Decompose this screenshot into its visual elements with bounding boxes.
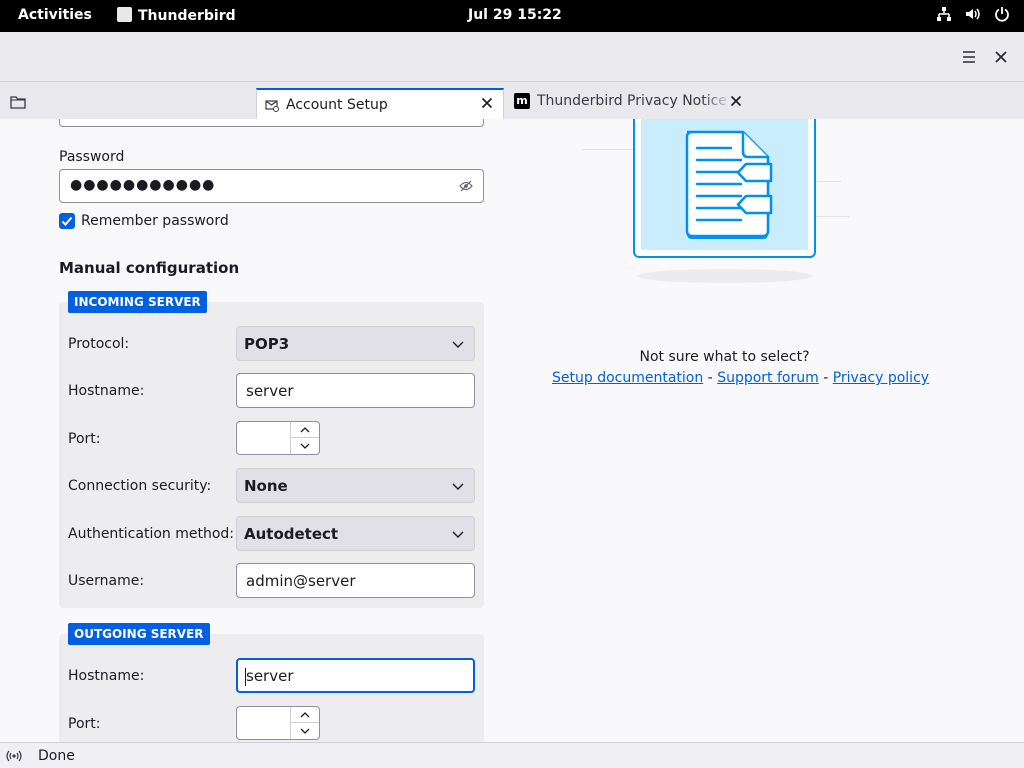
privacy-policy-link[interactable]: Privacy policy	[833, 370, 929, 386]
port-stepper[interactable]	[290, 707, 319, 739]
status-text: Done	[38, 748, 75, 764]
folder-icon[interactable]	[10, 95, 26, 109]
tab-strip: Account Setup m Thunderbird Privacy Noti…	[0, 82, 1024, 120]
auth-method-select[interactable]: Autodetect	[236, 516, 475, 551]
connection-security-label: Connection security:	[68, 478, 212, 494]
status-bar: Done	[0, 742, 1024, 768]
mozilla-m-icon: m	[514, 93, 530, 109]
incoming-port-label: Port:	[68, 431, 101, 447]
incoming-server-badge: INCOMING SERVER	[68, 291, 207, 313]
hamburger-menu-icon[interactable]	[960, 48, 978, 66]
chevron-down-icon	[452, 483, 464, 490]
toggle-password-visibility-icon[interactable]	[459, 180, 473, 192]
app-name: Thunderbird	[138, 8, 236, 24]
username-value: admin@server	[246, 572, 356, 590]
remember-password-checkbox[interactable]	[59, 213, 75, 229]
increment-arrow-icon[interactable]	[291, 422, 319, 438]
tab-account-setup[interactable]: Account Setup	[256, 88, 504, 120]
app-menu[interactable]: Thunderbird	[117, 7, 236, 24]
protocol-value: POP3	[244, 335, 290, 353]
connection-security-select[interactable]: None	[236, 468, 475, 503]
connection-security-value: None	[244, 477, 288, 495]
setup-documentation-link[interactable]: Setup documentation	[552, 370, 703, 386]
auth-method-value: Autodetect	[244, 525, 339, 543]
help-question: Not sure what to select?	[639, 349, 810, 365]
volume-icon	[966, 8, 980, 20]
document-icon	[685, 130, 773, 239]
incoming-hostname-value: server	[246, 382, 294, 400]
email-field[interactable]	[59, 119, 484, 127]
incoming-port-input[interactable]	[236, 421, 320, 455]
outgoing-hostname-input[interactable]: server	[236, 658, 475, 693]
power-icon	[995, 7, 1009, 22]
outgoing-hostname-label: Hostname:	[68, 668, 145, 684]
incoming-hostname-label: Hostname:	[68, 383, 145, 399]
account-setup-content: Password ●●●●●●●●●●● Remember password M…	[0, 119, 1024, 742]
remember-password-label[interactable]: Remember password	[81, 213, 229, 229]
tab-title: Account Setup	[286, 97, 388, 113]
decrement-arrow-icon[interactable]	[291, 438, 319, 454]
password-value: ●●●●●●●●●●●	[70, 177, 216, 193]
window-close-icon[interactable]	[992, 48, 1010, 66]
window-titlebar	[0, 32, 1024, 82]
account-setup-icon	[265, 100, 279, 112]
activities-button[interactable]: Activities	[18, 7, 92, 23]
checkmark-icon	[61, 216, 73, 226]
tab-title: Thunderbird Privacy Notice —	[537, 93, 732, 109]
thunderbird-app-icon	[117, 7, 132, 22]
decorative-line	[816, 181, 841, 182]
outgoing-hostname-value: server	[246, 667, 294, 685]
port-stepper[interactable]	[290, 422, 319, 454]
close-tab-icon[interactable]	[481, 97, 493, 109]
username-input[interactable]: admin@server	[236, 563, 475, 598]
incoming-hostname-input[interactable]: server	[236, 373, 475, 408]
outgoing-server-badge: OUTGOING SERVER	[68, 623, 210, 645]
username-label: Username:	[68, 573, 145, 589]
illustration-background	[641, 119, 808, 250]
chevron-down-icon	[452, 531, 464, 538]
outgoing-port-label: Port:	[68, 716, 101, 732]
help-links: Setup documentation - Support forum - Pr…	[552, 370, 929, 386]
increment-arrow-icon[interactable]	[291, 707, 319, 723]
support-forum-link[interactable]: Support forum	[717, 370, 819, 386]
document-illustration	[633, 119, 816, 258]
protocol-label: Protocol:	[68, 336, 130, 352]
online-status-icon[interactable]	[6, 749, 22, 763]
illustration-shadow	[637, 269, 813, 283]
network-icon	[937, 7, 951, 21]
link-separator: -	[818, 370, 833, 386]
decorative-line	[816, 216, 849, 217]
auth-method-label: Authentication method:	[68, 526, 235, 542]
gnome-top-bar: Activities Thunderbird Jul 29 15:22	[0, 0, 1024, 32]
chevron-down-icon	[452, 341, 464, 348]
password-field[interactable]: ●●●●●●●●●●●	[59, 169, 484, 203]
outgoing-port-input[interactable]	[236, 706, 320, 740]
system-tray[interactable]	[936, 6, 1010, 22]
tab-privacy-notice[interactable]: m Thunderbird Privacy Notice —	[512, 88, 752, 114]
clock[interactable]: Jul 29 15:22	[468, 7, 562, 23]
manual-config-title: Manual configuration	[59, 259, 240, 277]
password-label: Password	[59, 149, 125, 165]
close-tab-icon[interactable]	[730, 95, 742, 107]
link-separator: -	[703, 370, 718, 386]
protocol-select[interactable]: POP3	[236, 326, 475, 361]
decorative-line	[582, 149, 634, 150]
decrement-arrow-icon[interactable]	[291, 723, 319, 739]
